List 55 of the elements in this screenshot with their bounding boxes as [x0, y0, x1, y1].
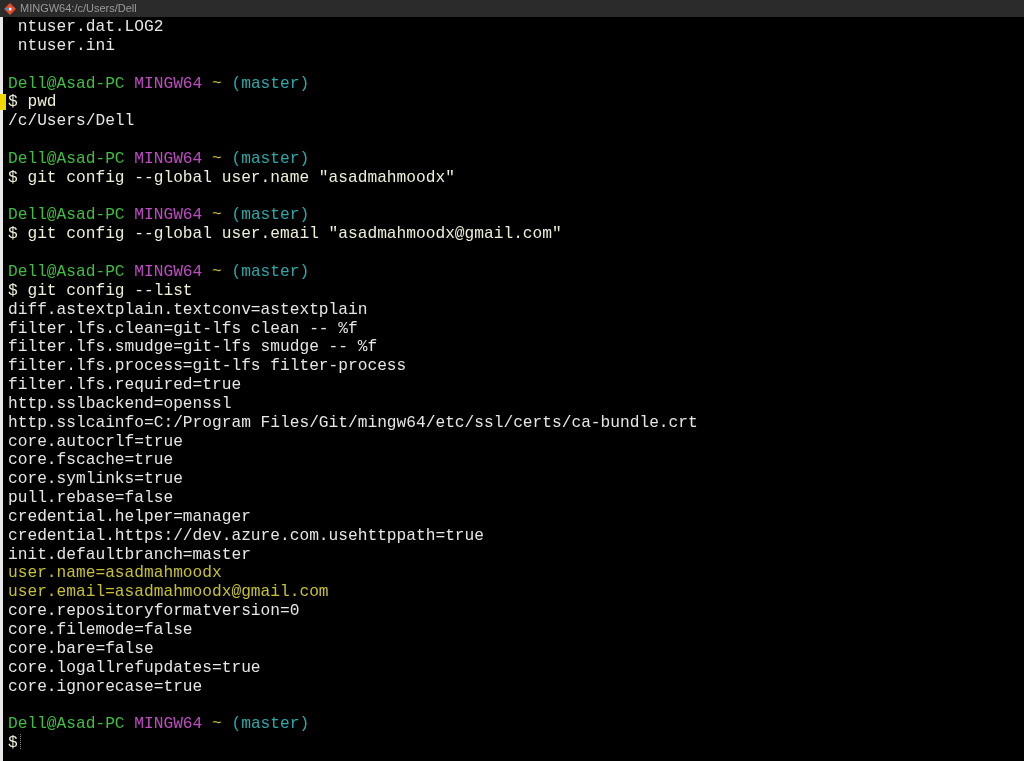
output-line: ntuser.dat.LOG2: [16, 18, 164, 36]
prompt-user-host: Dell@Asad-PC: [8, 206, 125, 225]
prompt-directory: ~: [212, 149, 222, 168]
output-line: core.filemode=false: [8, 621, 193, 639]
prompt-directory: ~: [212, 206, 222, 225]
prompt-system: MINGW64: [134, 715, 203, 734]
output-line: filter.lfs.process=git-lfs filter-process: [8, 357, 407, 376]
command-text: pwd: [27, 93, 57, 112]
command-text: git config --global user.email "asadmahmoodx@gmail.com": [27, 225, 562, 244]
prompt-branch: (master): [231, 74, 310, 93]
output-line: core.ignorecase=true: [8, 677, 203, 696]
output-line: user.name=asadmahmoodx: [8, 564, 222, 583]
output-line: credential.https://dev.azure.com.usehttppath=true: [8, 526, 484, 545]
output-line: pull.rebase=false: [8, 489, 174, 508]
output-line: core.logallrefupdates=true: [8, 658, 261, 677]
prompt-user-host: Dell@Asad-PC: [8, 715, 125, 734]
output-line: filter.lfs.required=true: [8, 376, 242, 395]
prompt-symbol: $: [8, 281, 18, 300]
prompt-branch: (master): [231, 149, 310, 168]
prompt-symbol: $: [8, 93, 18, 112]
prompt-directory: ~: [212, 74, 222, 93]
command-text: git config --list: [27, 281, 193, 300]
prompt-branch: (master): [231, 206, 310, 225]
output-line: core.fscache=true: [8, 451, 174, 470]
prompt-directory: ~: [212, 262, 222, 281]
output-line: user.email=asadmahmoodx@gmail.com: [8, 583, 329, 602]
window-title: MINGW64:/c/Users/Dell: [20, 1, 137, 17]
command-text: git config --global user.name "asadmahmoodx": [27, 168, 455, 187]
prompt-user-host: Dell@Asad-PC: [8, 149, 125, 168]
output-line: core.autocrlf=true: [8, 432, 183, 451]
output-line: core.repositoryformatversion=0: [8, 602, 300, 621]
output-line: /c/Users/Dell: [8, 112, 135, 131]
prompt-user-host: Dell@Asad-PC: [8, 262, 125, 281]
app-icon: [4, 2, 16, 15]
prompt-symbol: $: [8, 734, 18, 753]
prompt-directory: ~: [212, 715, 222, 734]
prompt-system: MINGW64: [134, 206, 203, 225]
prompt-system: MINGW64: [134, 149, 203, 168]
prompt-branch: (master): [231, 715, 310, 734]
prompt-system: MINGW64: [134, 262, 203, 281]
output-line: diff.astextplain.textconv=astextplain: [8, 300, 368, 319]
output-line: ntuser.ini: [16, 36, 115, 55]
prompt-symbol: $: [8, 225, 18, 244]
output-line: filter.lfs.clean=git-lfs clean -- %f: [8, 319, 358, 338]
output-line: filter.lfs.smudge=git-lfs smudge -- %f: [8, 338, 378, 357]
prompt-symbol: $: [8, 168, 18, 187]
prompt-branch: (master): [231, 262, 310, 281]
prompt-system: MINGW64: [134, 74, 203, 93]
output-line: credential.helper=manager: [8, 507, 251, 526]
output-line: core.symlinks=true: [8, 470, 183, 489]
output-line: init.defaultbranch=master: [8, 545, 251, 564]
output-line: http.sslbackend=openssl: [8, 394, 232, 413]
output-line: http.sslcainfo=C:/Program Files/Git/mingw64/etc/ssl/certs/ca-bundle.crt: [8, 413, 698, 432]
output-line: core.bare=false: [8, 639, 154, 658]
prompt-user-host: Dell@Asad-PC: [8, 74, 125, 93]
